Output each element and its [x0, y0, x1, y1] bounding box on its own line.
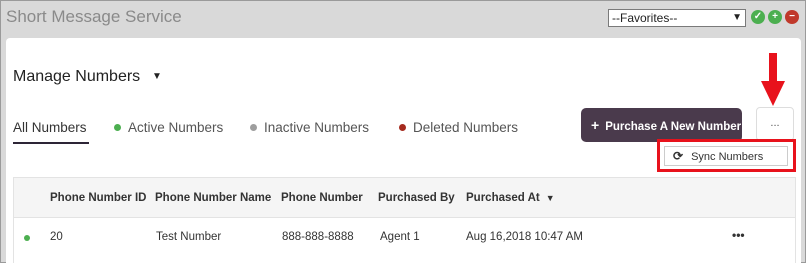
remove-favorite-button[interactable]: − — [785, 10, 799, 24]
status-dot-icon — [114, 124, 121, 131]
chevron-down-icon: ▼ — [732, 12, 742, 23]
column-header-name[interactable]: Phone Number Name — [155, 192, 271, 204]
tab-label: Inactive Numbers — [264, 120, 370, 135]
column-header-id[interactable]: Phone Number ID — [50, 192, 146, 204]
column-header-label: Purchased At — [466, 192, 540, 204]
main-panel: Manage Numbers ▼ All Numbers Active Numb… — [6, 38, 801, 263]
sync-numbers-menu-item[interactable]: ⟳ Sync Numbers — [664, 146, 788, 166]
status-dot-icon — [399, 124, 406, 131]
status-dot-icon — [24, 235, 30, 241]
purchase-button-label: Purchase A New Number — [605, 121, 742, 133]
check-icon: ✓ — [753, 11, 763, 22]
cell-id: 20 — [50, 231, 63, 243]
purchase-new-number-button[interactable]: + Purchase A New Number — [581, 108, 742, 142]
red-arrow-icon — [761, 53, 785, 106]
status-dot-icon — [250, 124, 257, 131]
app-window: Short Message Service --Favorites-- ▼ ✓ … — [0, 0, 806, 263]
column-header-number[interactable]: Phone Number — [281, 192, 363, 204]
refresh-icon: ⟳ — [673, 149, 684, 163]
tab-inactive-numbers[interactable]: Inactive Numbers — [250, 120, 369, 135]
row-more-icon[interactable]: ••• — [732, 228, 745, 242]
active-tab-indicator — [13, 142, 89, 144]
favorites-select[interactable]: --Favorites-- ▼ — [608, 9, 746, 27]
page-title[interactable]: Manage Numbers — [13, 68, 140, 86]
column-header-purchased-by[interactable]: Purchased By — [378, 192, 455, 204]
add-favorite-button[interactable]: + — [768, 10, 782, 24]
numbers-table: Phone Number ID Phone Number Name Phone … — [13, 177, 796, 263]
cell-purchased-at: Aug 16,2018 10:47 AM — [466, 231, 584, 243]
tab-active-numbers[interactable]: Active Numbers — [114, 120, 223, 135]
tab-label: Deleted Numbers — [413, 120, 519, 135]
minus-icon: − — [789, 11, 795, 22]
table-header: Phone Number ID Phone Number Name Phone … — [14, 178, 795, 218]
cell-name: Test Number — [156, 231, 222, 243]
favorites-selected-value: --Favorites-- — [612, 11, 678, 25]
caret-down-icon[interactable]: ▼ — [152, 71, 162, 82]
tab-label: Active Numbers — [128, 120, 224, 135]
tab-label: All Numbers — [13, 120, 87, 135]
more-actions-label: ... — [770, 117, 780, 129]
cell-number: 888-888-8888 — [282, 231, 354, 243]
plus-icon: + — [772, 11, 778, 22]
tab-all-numbers[interactable]: All Numbers — [13, 120, 87, 135]
sort-down-icon: ▼ — [545, 193, 555, 203]
app-title: Short Message Service — [6, 7, 182, 26]
sync-numbers-label: Sync Numbers — [691, 151, 764, 163]
plus-icon: + — [591, 117, 600, 133]
column-header-purchased-at[interactable]: Purchased At ▼ — [466, 192, 555, 204]
more-actions-button[interactable]: ... — [756, 107, 794, 141]
cell-purchased-by: Agent 1 — [380, 231, 420, 243]
confirm-button[interactable]: ✓ — [751, 10, 765, 24]
tab-deleted-numbers[interactable]: Deleted Numbers — [399, 120, 518, 135]
title-bar: Short Message Service --Favorites-- ▼ ✓ … — [1, 1, 805, 35]
